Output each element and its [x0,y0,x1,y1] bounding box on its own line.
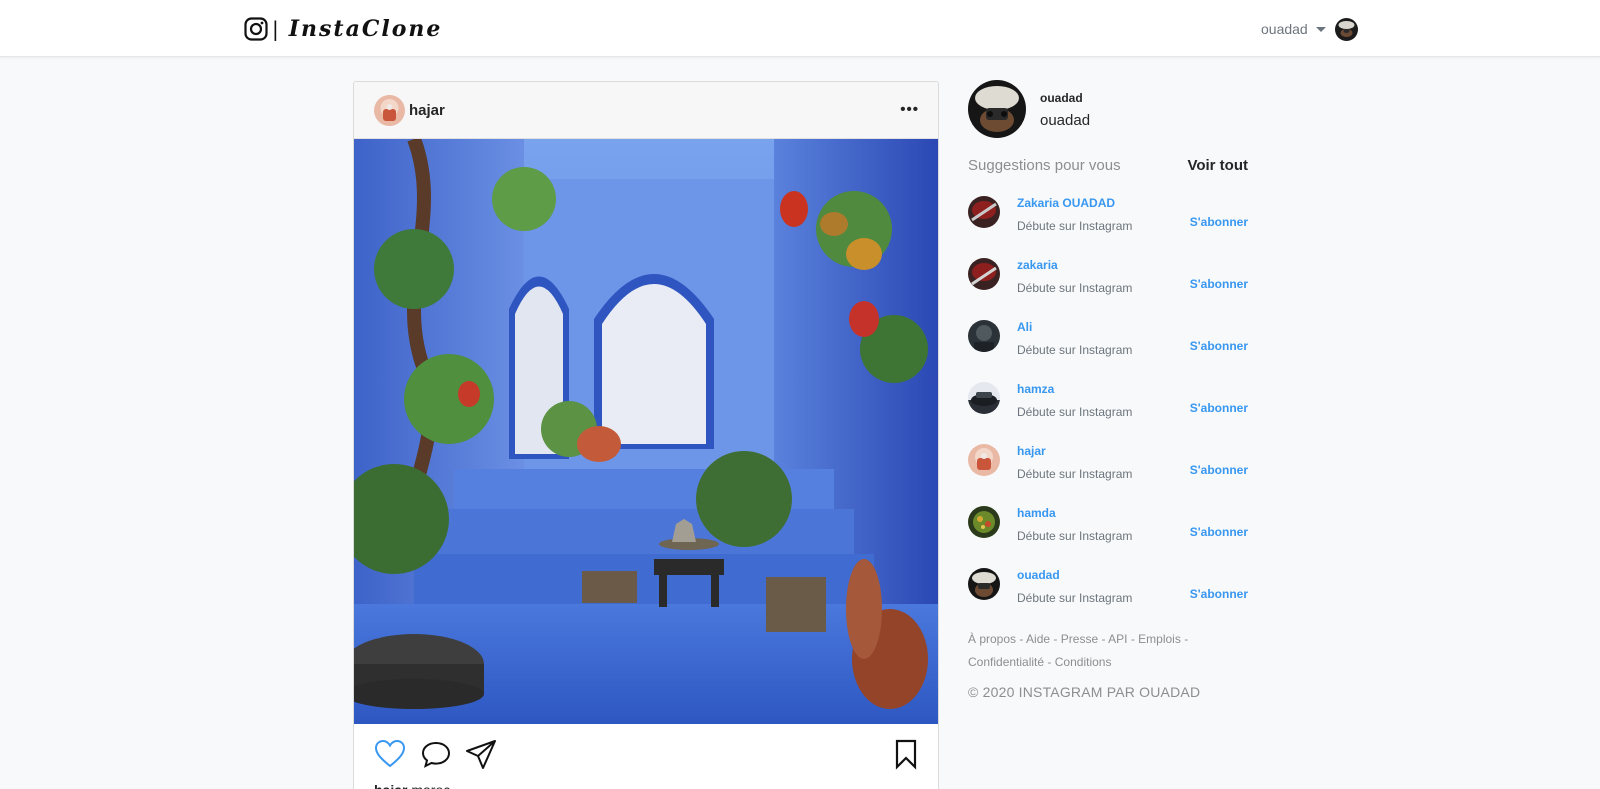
footer-links: À propos - Aide - Presse - API - Emplois… [968,628,1228,674]
follow-button[interactable]: S'abonner [1190,215,1248,229]
suggestion-subtitle: Débute sur Instagram [1017,591,1133,605]
heart-icon[interactable] [374,738,406,770]
footer-link-terms[interactable]: Conditions [1055,655,1112,669]
current-user-card: ouadad ouadad [968,80,1248,138]
suggestions-title: Suggestions pour vous [968,157,1121,174]
brand-name: InstaClone [288,16,443,42]
suggestion-subtitle: Débute sur Instagram [1017,467,1133,481]
suggestion-subtitle: Débute sur Instagram [1017,343,1133,357]
suggestion-name[interactable]: Ali [1017,320,1032,334]
suggestion-avatar[interactable] [968,568,1000,600]
brand-home-link[interactable]: | InstaClone [244,12,442,46]
follow-button[interactable]: S'abonner [1190,587,1248,601]
suggestion-avatar[interactable] [968,320,1000,352]
follow-button[interactable]: S'abonner [1190,277,1248,291]
suggestion-item: hamza Débute sur Instagram S'abonner [968,382,1248,444]
post-actions [354,724,938,784]
instagram-icon [244,17,268,41]
copyright-text: © 2020 INSTAGRAM PAR OUADAD [968,684,1201,700]
suggestion-avatar[interactable] [968,258,1000,290]
comment-icon[interactable] [420,738,452,770]
caret-down-icon [1315,26,1326,32]
footer-link-jobs[interactable]: Emplois [1138,632,1181,646]
footer-separator: - [1053,632,1058,646]
suggestion-item: hamda Débute sur Instagram S'abonner [968,506,1248,568]
suggestion-subtitle: Débute sur Instagram [1017,405,1133,419]
footer-separator: - [1130,632,1135,646]
bookmark-icon[interactable] [890,738,922,770]
navbar-avatar [1334,17,1358,41]
suggestion-avatar[interactable] [968,382,1000,414]
suggestion-item: zakaria Débute sur Instagram S'abonner [968,258,1248,320]
current-user-handle[interactable]: ouadad [1040,91,1083,105]
suggestion-name[interactable]: hamda [1017,506,1056,520]
post-author-avatar[interactable] [374,94,405,126]
top-navbar: | InstaClone ouadad [0,0,1600,57]
footer-separator: - [1019,632,1024,646]
suggestion-item: hajar Débute sur Instagram S'abonner [968,444,1248,506]
suggestion-subtitle: Débute sur Instagram [1017,281,1133,295]
user-dropdown-toggle[interactable]: ouadad [1261,16,1358,42]
suggestion-name[interactable]: zakaria [1017,258,1058,272]
feed-post: hajar ••• [353,81,939,789]
follow-button[interactable]: S'abonner [1190,339,1248,353]
suggestion-subtitle: Débute sur Instagram [1017,219,1133,233]
footer-link-about[interactable]: À propos [968,632,1016,646]
paper-plane-icon[interactable] [465,738,497,770]
footer-link-privacy[interactable]: Confidentialité [968,655,1044,669]
suggestion-name[interactable]: ouadad [1017,568,1060,582]
suggestion-item: ouadad Débute sur Instagram S'abonner [968,568,1248,630]
suggestions-header: Suggestions pour vous Voir tout [968,157,1248,174]
current-user-name: ouadad [1040,112,1091,129]
suggestion-avatar[interactable] [968,196,1000,228]
post-image [354,139,938,724]
post-caption: hajar maroc [374,782,450,789]
footer-link-help[interactable]: Aide [1026,632,1050,646]
suggestion-subtitle: Débute sur Instagram [1017,529,1133,543]
suggestion-name[interactable]: hajar [1017,444,1046,458]
caption-username[interactable]: hajar [374,782,407,789]
footer-separator: - [1101,632,1106,646]
suggestion-item: Ali Débute sur Instagram S'abonner [968,320,1248,382]
follow-button[interactable]: S'abonner [1190,525,1248,539]
footer-separator: - [1184,632,1189,646]
suggestion-item: Zakaria OUADAD Débute sur Instagram S'ab… [968,196,1248,258]
suggestion-name[interactable]: Zakaria OUADAD [1017,196,1115,210]
brand-separator: | [272,17,279,41]
post-header: hajar ••• [354,82,938,139]
follow-button[interactable]: S'abonner [1190,463,1248,477]
suggestions-list: Zakaria OUADAD Débute sur Instagram S'ab… [968,196,1248,630]
post-author-username[interactable]: hajar [409,102,445,119]
right-sidebar: ouadad ouadad Suggestions pour vous Voir… [968,80,1248,700]
navbar-username: ouadad [1261,21,1308,37]
more-options-button[interactable]: ••• [900,102,919,117]
footer-separator: - [1047,655,1052,669]
suggestion-avatar[interactable] [968,444,1000,476]
caption-text: maroc [411,782,450,789]
follow-button[interactable]: S'abonner [1190,401,1248,415]
suggestion-avatar[interactable] [968,506,1000,538]
see-all-link[interactable]: Voir tout [1187,157,1248,174]
current-user-avatar[interactable] [968,80,1026,138]
footer-link-api[interactable]: API [1108,632,1127,646]
suggestion-name[interactable]: hamza [1017,382,1054,396]
footer-link-press[interactable]: Presse [1061,632,1098,646]
